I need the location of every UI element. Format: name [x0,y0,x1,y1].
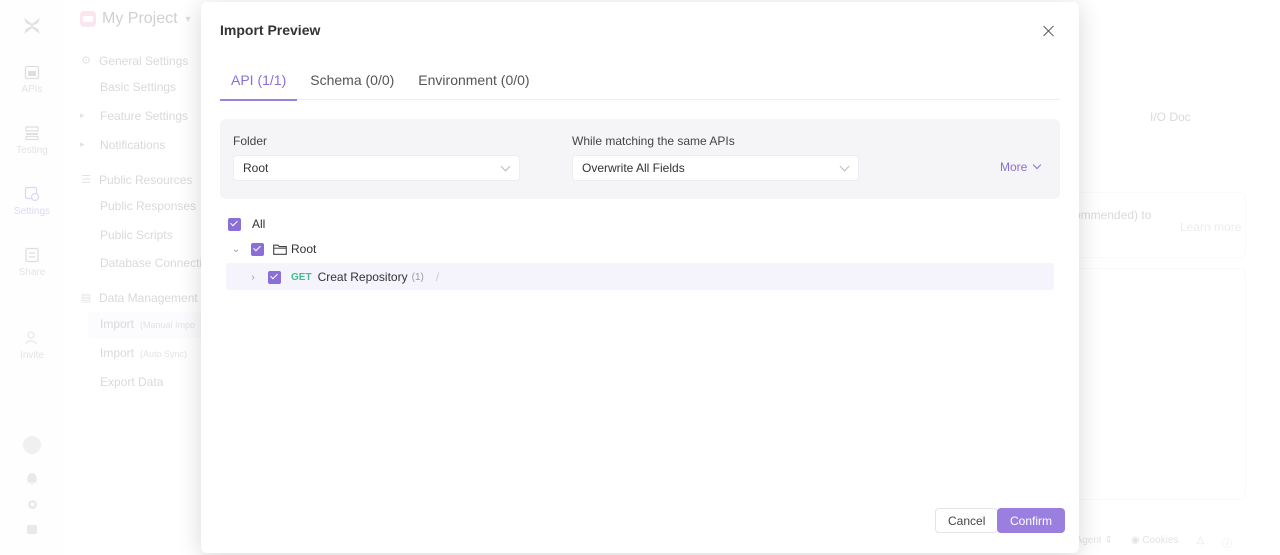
api-name: Creat Repository [317,270,408,284]
more-label: More [1000,160,1028,174]
folder-label: Folder [233,134,268,148]
root-checkbox[interactable] [251,242,264,256]
matching-label: While matching the same APIs [572,134,735,148]
api-path: / [435,270,440,284]
cancel-button[interactable]: Cancel [935,508,999,533]
dialog-title: Import Preview [220,22,321,38]
chevron-down-icon [839,161,850,172]
import-preview-dialog: Import Preview API (1/1) Schema (0/0) En… [201,2,1079,553]
chevron-down-icon [500,161,511,172]
matching-select-value: Overwrite All Fields [582,161,685,175]
more-options-button[interactable]: More [1000,160,1042,174]
api-checkbox[interactable] [268,270,281,284]
import-options-panel: Folder Root While matching the same APIs… [220,119,1060,199]
all-label: All [252,217,266,231]
tree-row-all: All [228,217,265,231]
expand-arrow-icon[interactable]: › [247,272,259,283]
tab-api[interactable]: API (1/1) [220,62,298,101]
tab-environment[interactable]: Environment (0/0) [407,62,540,100]
matching-select[interactable]: Overwrite All Fields [572,155,859,181]
folder-icon [273,244,287,255]
tab-bar: API (1/1) Schema (0/0) Environment (0/0) [220,62,1060,101]
folder-select[interactable]: Root [233,155,520,181]
tree-row-root: ⌄ Root [230,242,317,256]
tab-schema[interactable]: Schema (0/0) [299,62,405,100]
collapse-arrow-icon[interactable]: ⌄ [230,244,242,255]
api-count: (1) [411,271,424,283]
confirm-button[interactable]: Confirm [997,508,1066,533]
close-icon[interactable] [1040,22,1058,40]
select-all-checkbox[interactable] [228,217,241,231]
api-item: › GET Creat Repository (1) / [247,270,439,284]
folder-select-value: Root [243,161,269,175]
chevron-down-icon [1033,160,1042,170]
method-badge: GET [291,271,312,283]
root-label: Root [291,242,317,256]
